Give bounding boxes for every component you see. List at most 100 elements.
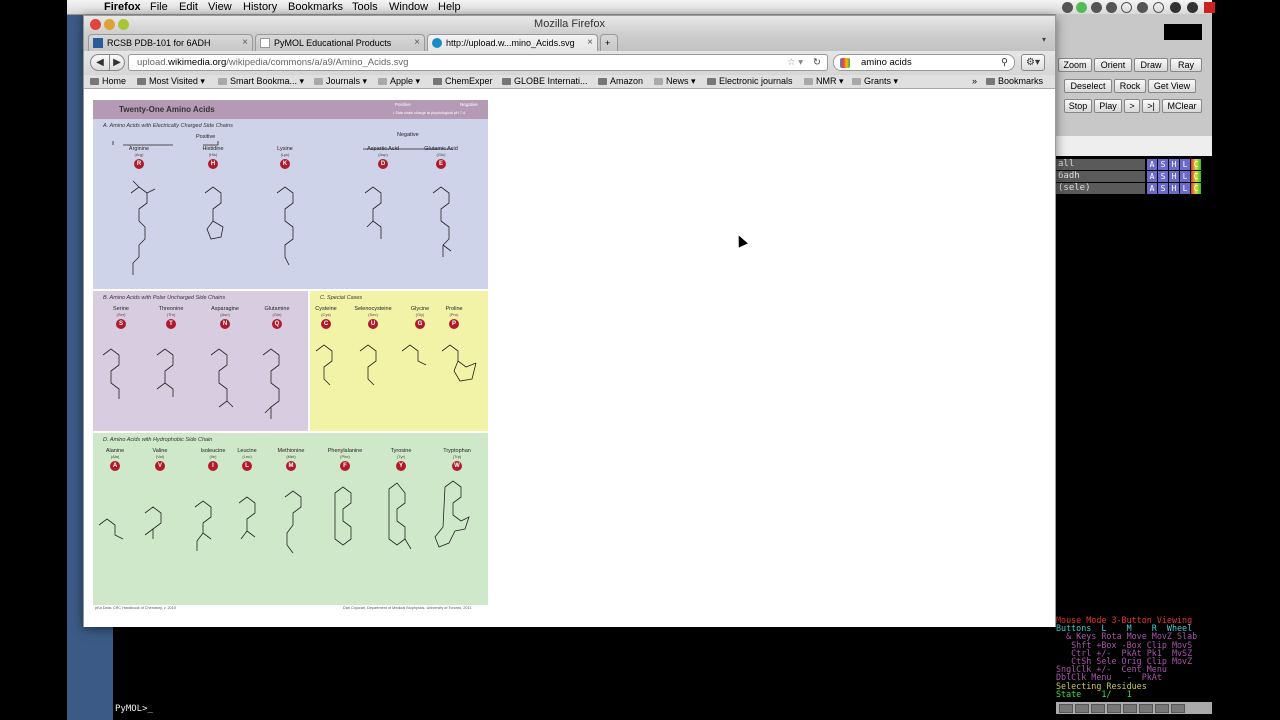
tab-list-chevron-icon[interactable]: ▾ xyxy=(1042,35,1046,44)
object-row-all[interactable]: all A S H L C xyxy=(1056,159,1212,170)
show-button[interactable]: S xyxy=(1158,171,1168,182)
get-view-button[interactable]: Get View xyxy=(1148,79,1196,93)
stop-icon[interactable] xyxy=(1091,704,1105,713)
new-tab-button[interactable]: + xyxy=(600,34,618,51)
color-button[interactable]: C xyxy=(1191,159,1201,170)
bookmark-home[interactable]: Home xyxy=(90,75,126,88)
google-search-engine-icon[interactable] xyxy=(840,58,850,68)
color-button[interactable]: C xyxy=(1191,171,1201,182)
bookmarks-overflow-chevron-icon[interactable]: » xyxy=(972,75,977,88)
menu-help[interactable]: Help xyxy=(438,1,461,13)
bookmark-chemexper[interactable]: ChemExper xyxy=(433,75,493,88)
search-magnifier-icon[interactable]: ⚲ xyxy=(1001,55,1008,70)
menu-history[interactable]: History xyxy=(243,1,277,13)
menu-window[interactable]: Window xyxy=(389,1,428,13)
mclear-button[interactable]: MClear xyxy=(1162,99,1202,113)
tab-close-icon[interactable]: × xyxy=(242,35,248,51)
step-back-icon[interactable] xyxy=(1075,704,1089,713)
search-input[interactable]: amino acids ⚲ xyxy=(833,54,1015,71)
label-button[interactable]: L xyxy=(1180,159,1190,170)
step-forward-icon[interactable] xyxy=(1123,704,1137,713)
scene-icon[interactable] xyxy=(1155,704,1169,713)
hide-button[interactable]: H xyxy=(1169,183,1179,194)
back-button[interactable]: ◀ xyxy=(90,54,110,71)
bookmark-apple[interactable]: Apple ▾ xyxy=(378,75,420,88)
show-button[interactable]: S xyxy=(1158,159,1168,170)
object-name[interactable]: (sele) xyxy=(1056,183,1145,194)
tray-bluetooth-icon[interactable] xyxy=(1153,2,1164,13)
object-name[interactable]: 6adh xyxy=(1056,171,1145,182)
page-content: Twenty-One Amino Acids Positive Negative… xyxy=(84,90,1055,627)
label-button[interactable]: L xyxy=(1180,171,1190,182)
menu-edit[interactable]: Edit xyxy=(179,1,198,13)
deselect-button[interactable]: Deselect xyxy=(1064,79,1112,93)
action-button[interactable]: A xyxy=(1147,171,1157,182)
menu-bookmarks[interactable]: Bookmarks xyxy=(288,1,343,13)
bookmark-star-icon[interactable]: ☆ ▾ xyxy=(787,55,803,70)
bookmark-amazon[interactable]: Amazon xyxy=(598,75,643,88)
tray-flag-icon[interactable] xyxy=(1204,2,1215,13)
bookmark-most-visited[interactable]: Most Visited ▾ xyxy=(137,75,205,88)
tab-rcsb[interactable]: RCSB PDB-101 for 6ADH × xyxy=(88,34,253,51)
next-frame-button[interactable]: > xyxy=(1124,99,1140,113)
rock-button[interactable]: Rock xyxy=(1114,79,1146,93)
amino-acid-selenocysteine: Selenocysteine (Sec) U xyxy=(348,306,398,329)
orient-button[interactable]: Orient xyxy=(1094,58,1132,72)
bookmark-nmr[interactable]: NMR ▾ xyxy=(804,75,844,88)
tab-pymol-products[interactable]: PyMOL Educational Products × xyxy=(255,34,425,51)
object-row-sele[interactable]: (sele) A S H L C xyxy=(1056,183,1212,194)
tray-volume-icon[interactable] xyxy=(1187,2,1198,13)
bookmark-journals[interactable]: Journals ▾ xyxy=(314,75,367,88)
zoom-window-icon[interactable] xyxy=(118,19,129,30)
hide-button[interactable]: H xyxy=(1169,159,1179,170)
mac-menu-bar: Firefox File Edit View History Bookmarks… xyxy=(67,0,1215,15)
rewind-icon[interactable] xyxy=(1059,704,1073,713)
bookmark-grants[interactable]: Grants ▾ xyxy=(852,75,898,88)
object-row-6adh[interactable]: 6adh A S H L C xyxy=(1056,171,1212,182)
bookmark-smart-bookmarks[interactable]: Smart Bookma... ▾ xyxy=(218,75,304,88)
tray-display-icon[interactable] xyxy=(1137,2,1148,13)
hide-button[interactable]: H xyxy=(1169,171,1179,182)
object-name[interactable]: all xyxy=(1056,159,1145,170)
play-icon[interactable] xyxy=(1107,704,1121,713)
draw-button[interactable]: Draw xyxy=(1134,58,1168,72)
addon-menu-button[interactable]: ⚙▾ xyxy=(1021,54,1045,71)
tray-evernote-icon[interactable] xyxy=(1076,2,1087,13)
pymol-toolbar-dark-strip xyxy=(1164,24,1202,40)
tab-close-icon[interactable]: × xyxy=(587,35,593,51)
bookmark-electronic-journals[interactable]: Electronic journals xyxy=(707,75,793,88)
ray-button[interactable]: Ray xyxy=(1170,58,1202,72)
bookmark-news[interactable]: News ▾ xyxy=(654,75,696,88)
full-screen-icon[interactable] xyxy=(1171,704,1185,713)
menu-app-firefox[interactable]: Firefox xyxy=(104,1,141,13)
tab-close-icon[interactable]: × xyxy=(414,35,420,51)
reload-icon[interactable]: ↻ xyxy=(813,55,821,70)
minimize-window-icon[interactable] xyxy=(104,19,115,30)
action-button[interactable]: A xyxy=(1147,183,1157,194)
color-button[interactable]: C xyxy=(1191,183,1201,194)
tray-sync-icon[interactable] xyxy=(1091,2,1102,13)
tab-amino-acids-svg[interactable]: http://upload.w...mino_Acids.svg × xyxy=(427,34,598,51)
close-window-icon[interactable] xyxy=(90,19,101,30)
tray-time-machine-icon[interactable] xyxy=(1106,2,1117,13)
menu-view[interactable]: View xyxy=(208,1,232,13)
play-button[interactable]: Play xyxy=(1094,99,1122,113)
tray-wifi-icon[interactable] xyxy=(1170,2,1181,13)
show-button[interactable]: S xyxy=(1158,183,1168,194)
pymol-command-input[interactable]: PyMOL>_ xyxy=(113,703,1056,716)
stop-button[interactable]: Stop xyxy=(1064,99,1092,113)
aa-abbr: (Val) xyxy=(155,454,165,459)
tray-chat-icon[interactable] xyxy=(1121,2,1132,13)
zoom-button[interactable]: Zoom xyxy=(1058,58,1092,72)
menu-tools[interactable]: Tools xyxy=(352,1,378,13)
action-button[interactable]: A xyxy=(1147,159,1157,170)
label-button[interactable]: L xyxy=(1180,183,1190,194)
forward-button[interactable]: ▶ xyxy=(109,54,125,71)
fast-forward-icon[interactable] xyxy=(1139,704,1153,713)
bookmark-globe[interactable]: GLOBE Internati... xyxy=(502,75,588,88)
url-bar[interactable]: upload.wikimedia.org/wikipedia/commons/a… xyxy=(128,54,828,71)
tray-app-icon[interactable] xyxy=(1062,2,1073,13)
menu-file[interactable]: File xyxy=(150,1,168,13)
bookmarks-menu-button[interactable]: Bookmarks xyxy=(986,75,1043,88)
last-frame-button[interactable]: >| xyxy=(1142,99,1160,113)
